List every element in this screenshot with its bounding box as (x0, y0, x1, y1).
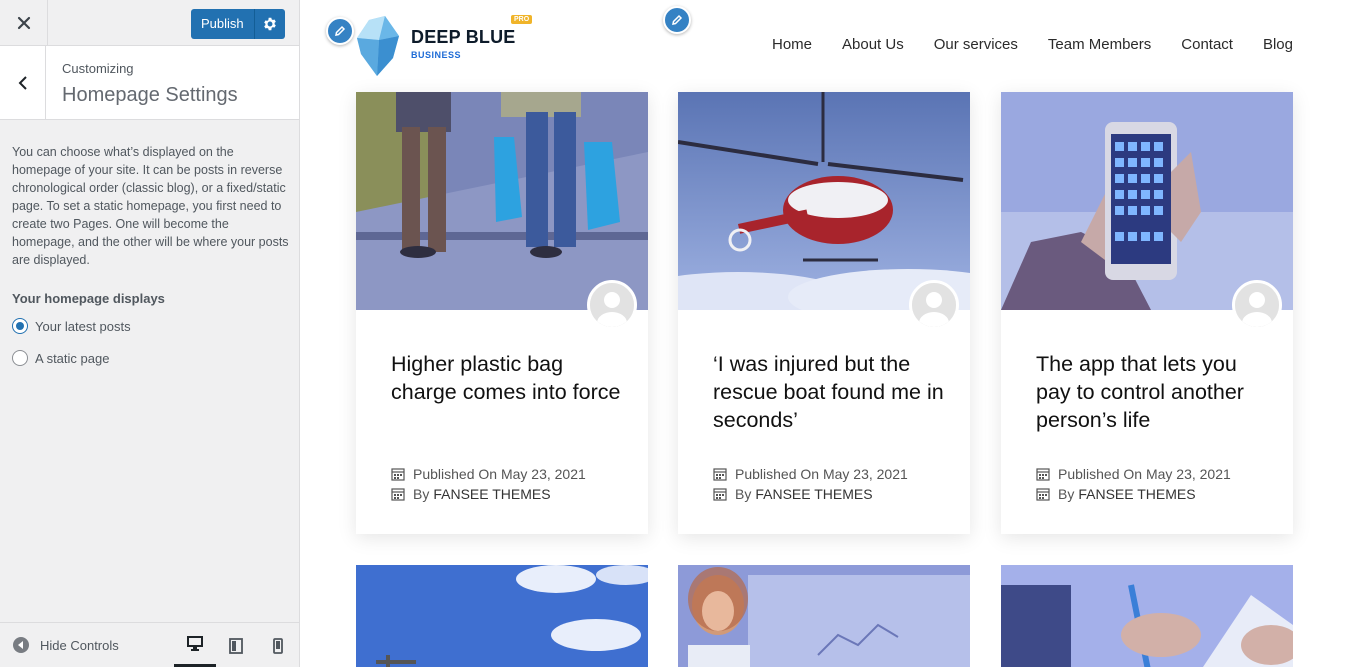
calendar-icon (713, 488, 727, 501)
edit-menu-shortcut[interactable] (663, 6, 691, 34)
author-avatar[interactable] (1232, 280, 1282, 330)
pencil-icon (335, 25, 346, 36)
nav-contact[interactable]: Contact (1181, 36, 1233, 53)
author-link[interactable]: FANSEE THEMES (1078, 486, 1195, 502)
post-card: Higher plastic bag charge comes into for… (356, 92, 648, 534)
hide-controls-button[interactable]: Hide Controls (13, 637, 119, 653)
nav-team-members[interactable]: Team Members (1048, 36, 1151, 53)
publish-settings-button[interactable] (255, 9, 285, 39)
post-thumbnail-helicopter[interactable] (678, 92, 970, 310)
device-tablet-button[interactable] (215, 623, 257, 667)
calendar-icon (1036, 488, 1050, 501)
nav-our-services[interactable]: Our services (934, 36, 1018, 53)
published-label: Published On (735, 466, 820, 482)
calendar-icon (713, 468, 727, 481)
post-date: Published On May 23, 2021 (391, 466, 586, 482)
desktop-icon (187, 636, 203, 651)
by-label: By (1058, 486, 1075, 502)
published-label: Published On (1058, 466, 1143, 482)
post-thumbnail-plastic-bags[interactable] (356, 92, 648, 310)
post-date-value[interactable]: May 23, 2021 (823, 466, 908, 482)
nav-home[interactable]: Home (772, 36, 812, 53)
homepage-displays-label: Your homepage displays (12, 291, 165, 306)
post-date-value[interactable]: May 23, 2021 (1146, 466, 1231, 482)
tablet-icon (229, 637, 243, 654)
device-mobile-button[interactable] (257, 623, 299, 667)
post-date: Published On May 23, 2021 (713, 466, 908, 482)
author-link[interactable]: FANSEE THEMES (755, 486, 872, 502)
brand-tagline: BUSINESS (411, 50, 462, 60)
customizing-label: Customizing (62, 61, 134, 76)
by-label: By (735, 486, 752, 502)
post-card: The app that lets you pay to control ano… (1001, 92, 1293, 534)
customizer-sidebar: Publish Customizing Homepage Settings Yo… (0, 0, 300, 667)
post-thumbnail-sky[interactable] (356, 565, 648, 667)
back-button[interactable] (0, 46, 46, 119)
homepage-description: You can choose what’s displayed on the h… (12, 145, 289, 267)
hide-controls-label: Hide Controls (40, 637, 119, 653)
device-desktop-button[interactable] (174, 623, 216, 667)
gear-icon (263, 17, 276, 31)
post-date: Published On May 23, 2021 (1036, 466, 1231, 482)
by-label: By (413, 486, 430, 502)
pro-badge: PRO (511, 15, 533, 24)
post-author: By FANSEE THEMES (713, 486, 873, 502)
publish-group: Publish (191, 9, 285, 39)
customizer-footer: Hide Controls (0, 622, 299, 667)
section-title: Homepage Settings (62, 84, 238, 106)
section-header: Customizing Homepage Settings (0, 46, 299, 120)
calendar-icon (391, 468, 405, 481)
post-author: By FANSEE THEMES (1036, 486, 1196, 502)
calendar-icon (391, 488, 405, 501)
brand-name[interactable]: DEEP BLUE (411, 27, 516, 48)
pencil-icon (672, 14, 683, 25)
post-thumbnail-documents[interactable] (1001, 565, 1293, 667)
post-thumbnail-phone[interactable] (1001, 92, 1293, 310)
radio-label: Your latest posts (35, 318, 131, 334)
nav-about-us[interactable]: About Us (842, 36, 904, 53)
iceberg-logo-icon[interactable] (355, 14, 401, 78)
customizer-header: Publish (0, 0, 299, 46)
published-label: Published On (413, 466, 498, 482)
primary-nav: Home About Us Our services Team Members … (772, 36, 1293, 53)
author-avatar[interactable] (587, 280, 637, 330)
post-title[interactable]: ‘I was injured but the rescue boat found… (713, 350, 948, 434)
collapse-icon (13, 637, 29, 653)
post-title[interactable]: The app that lets you pay to control ano… (1036, 350, 1271, 434)
author-link[interactable]: FANSEE THEMES (433, 486, 550, 502)
edit-logo-shortcut[interactable] (326, 17, 354, 45)
site-preview: DEEP BLUE PRO BUSINESS Home About Us Our… (300, 0, 1349, 667)
publish-button[interactable]: Publish (191, 9, 255, 39)
calendar-icon (1036, 468, 1050, 481)
radio-label: A static page (35, 350, 110, 366)
post-author: By FANSEE THEMES (391, 486, 551, 502)
nav-blog[interactable]: Blog (1263, 36, 1293, 53)
post-date-value[interactable]: May 23, 2021 (501, 466, 586, 482)
post-thumbnail-presentation[interactable] (678, 565, 970, 667)
author-avatar[interactable] (909, 280, 959, 330)
radio-button-checked[interactable] (12, 318, 28, 334)
mobile-icon (273, 637, 283, 654)
radio-latest-posts[interactable]: Your latest posts (12, 318, 131, 334)
post-card: ‘I was injured but the rescue boat found… (678, 92, 970, 534)
close-icon (17, 16, 30, 29)
radio-static-page[interactable]: A static page (12, 350, 109, 366)
post-title[interactable]: Higher plastic bag charge comes into for… (391, 350, 626, 406)
close-customizer-button[interactable] (0, 0, 48, 45)
radio-button[interactable] (12, 350, 28, 366)
chevron-left-icon (18, 75, 27, 90)
